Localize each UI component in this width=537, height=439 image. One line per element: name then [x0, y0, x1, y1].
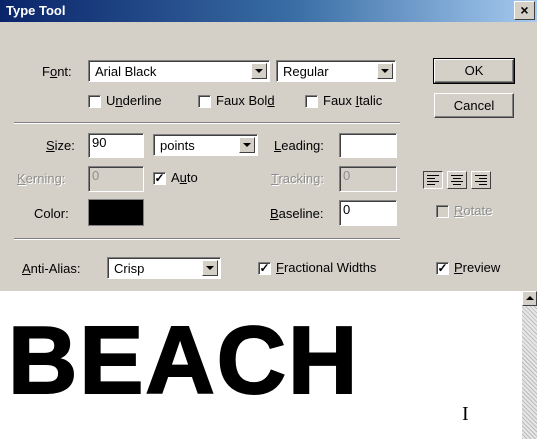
font-family-value: Arial Black	[95, 64, 157, 79]
tracking-input[interactable]: 0	[339, 166, 397, 192]
fractional-widths-label: Fractional Widths	[276, 260, 377, 275]
chevron-down-icon[interactable]	[251, 63, 267, 79]
kerning-label: Kerning:	[17, 171, 66, 186]
scroll-up-arrow-icon[interactable]	[522, 291, 537, 306]
anti-alias-label: Anti-Alias:	[22, 261, 81, 276]
separator	[14, 238, 400, 240]
anti-alias-select[interactable]: Crisp	[107, 257, 221, 279]
font-label: Font:	[42, 64, 72, 79]
preview-label: Preview	[454, 260, 501, 275]
vertical-scrollbar[interactable]	[522, 291, 537, 439]
baseline-label: Baseline:	[270, 206, 324, 221]
ok-button[interactable]: OK	[433, 58, 515, 84]
faux-bold-label: Faux Bold	[216, 93, 275, 108]
text-cursor-icon: I	[462, 403, 469, 425]
font-family-select[interactable]: Arial Black	[88, 60, 270, 82]
chevron-down-icon[interactable]	[239, 137, 255, 153]
kerning-input[interactable]: 0	[88, 166, 144, 192]
size-label: Size:	[46, 138, 75, 153]
fractional-widths-checkbox[interactable]: ✓	[258, 262, 271, 275]
rotate-checkbox[interactable]	[436, 205, 449, 218]
color-swatch-fill	[89, 200, 143, 225]
color-label: Color:	[34, 206, 69, 221]
size-unit-value: points	[160, 138, 195, 153]
chevron-down-icon[interactable]	[377, 63, 393, 79]
leading-label: Leading:	[274, 138, 324, 153]
title-bar	[0, 0, 537, 22]
align-left-button[interactable]	[423, 171, 443, 189]
auto-kerning-checkbox[interactable]: ✓	[153, 172, 166, 185]
faux-italic-checkbox[interactable]	[305, 95, 318, 108]
color-swatch[interactable]	[88, 199, 144, 226]
close-button[interactable]: ×	[514, 1, 535, 20]
close-icon: ×	[520, 2, 529, 18]
underline-label: Underline	[106, 93, 162, 108]
separator	[14, 122, 400, 124]
underline-checkbox[interactable]	[88, 95, 101, 108]
size-input[interactable]: 90	[88, 133, 144, 158]
preview-text: BEACH	[7, 307, 360, 414]
faux-italic-label: Faux Italic	[323, 93, 383, 108]
anti-alias-value: Crisp	[114, 261, 145, 276]
preview-checkbox[interactable]: ✓	[436, 262, 449, 275]
faux-bold-checkbox[interactable]	[198, 95, 211, 108]
align-center-button[interactable]	[447, 171, 467, 189]
cancel-button[interactable]: Cancel	[434, 93, 514, 118]
chevron-down-icon[interactable]	[202, 260, 218, 276]
align-right-button[interactable]	[471, 171, 491, 189]
tracking-label: Tracking:	[271, 171, 324, 186]
rotate-label: Rotate	[454, 203, 493, 218]
auto-kerning-label: Auto	[171, 170, 198, 185]
font-style-value: Regular	[283, 64, 329, 79]
leading-input[interactable]	[339, 133, 397, 158]
font-style-select[interactable]: Regular	[276, 60, 396, 82]
text-preview-area[interactable]: BEACH I	[0, 291, 522, 439]
baseline-input[interactable]: 0	[339, 200, 397, 226]
size-unit-select[interactable]: points	[153, 134, 258, 156]
window-title: Type Tool	[6, 3, 66, 18]
